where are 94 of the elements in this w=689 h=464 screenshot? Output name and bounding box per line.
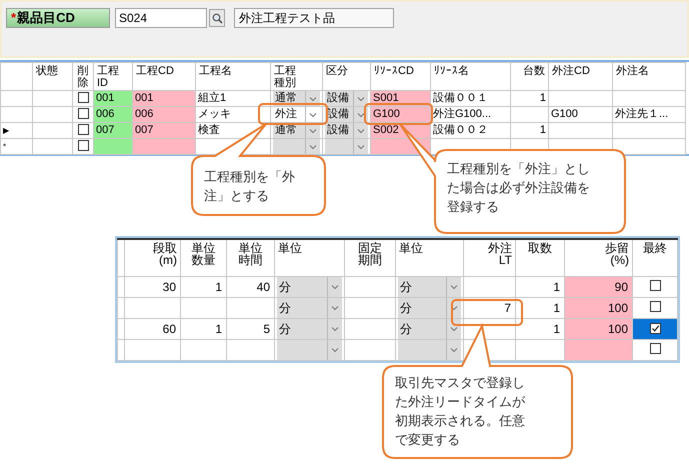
- column-header: 状態: [36, 65, 58, 77]
- caret-icon: [331, 326, 339, 332]
- table-cell: メッキ: [196, 106, 270, 122]
- caret-icon: [309, 112, 317, 118]
- checkbox[interactable]: [650, 322, 660, 334]
- table-cell: 1: [180, 318, 226, 339]
- table-cell: 100: [564, 297, 632, 318]
- column-header: 単位: [399, 242, 423, 254]
- table-cell: 外注G100...: [430, 106, 510, 122]
- caret-icon: [331, 284, 339, 290]
- table-cell: 1: [510, 122, 548, 138]
- dropdown[interactable]: 設備: [325, 92, 368, 106]
- table-cell: 40: [226, 276, 274, 297]
- row-marker: ▶: [3, 126, 9, 134]
- column-header: 取数: [528, 242, 552, 254]
- checkbox[interactable]: [78, 108, 88, 118]
- table-cell: 1: [180, 276, 226, 297]
- column-header: 単位 数量: [192, 242, 216, 266]
- column-header: 歩留 (%): [605, 242, 629, 266]
- column-header: 台数: [523, 65, 545, 77]
- checkbox[interactable]: [78, 124, 88, 134]
- table-cell: 30: [124, 276, 180, 297]
- dropdown[interactable]: 分: [398, 319, 461, 338]
- table-cell: 外注先１...: [612, 106, 686, 122]
- column-header: 外注 LT: [488, 242, 512, 266]
- column-header: 工程CD: [136, 65, 174, 77]
- column-header: 区分: [326, 65, 348, 77]
- search-icon: [212, 12, 222, 24]
- highlight-frame: [258, 103, 328, 125]
- table-cell: 5: [226, 318, 274, 339]
- caret-icon: [357, 96, 365, 102]
- checkbox[interactable]: [78, 92, 88, 102]
- table-cell: 7: [464, 297, 516, 318]
- code-field[interactable]: S024: [115, 8, 207, 28]
- column-header: ﾘｿｰｽ名: [434, 65, 469, 77]
- table-cell: 100: [564, 318, 632, 339]
- table-cell: 1: [510, 90, 548, 106]
- table-cell: 007: [132, 122, 196, 138]
- column-header: 削 除: [78, 65, 88, 89]
- column-header: 工程 ID: [97, 65, 119, 89]
- table-cell: 60: [124, 318, 180, 339]
- highlight-frame: [451, 299, 523, 326]
- caret-icon: [357, 112, 365, 118]
- dropdown[interactable]: 設備: [325, 124, 368, 138]
- table-cell: 001: [132, 90, 196, 106]
- checkbox[interactable]: [78, 140, 88, 150]
- caret-icon: [357, 144, 365, 150]
- table-cell: 006: [94, 106, 132, 122]
- callout-text: 工程種別を「外注」とした場合は必ず外注設備を登録する: [447, 161, 591, 217]
- item-name-field: 外注工程テスト品: [234, 8, 394, 28]
- caret-icon: [331, 346, 339, 352]
- dropdown[interactable]: 分: [277, 277, 342, 296]
- caret-icon: [357, 128, 365, 134]
- checkbox[interactable]: [650, 280, 660, 291]
- dropdown[interactable]: 分: [277, 298, 342, 317]
- caret-icon: [309, 96, 317, 102]
- table-cell: 設備００２: [430, 122, 510, 138]
- column-header: ﾘｿｰｽCD: [374, 65, 414, 77]
- checkbox[interactable]: [650, 343, 660, 354]
- table-cell: 006: [132, 106, 196, 122]
- dropdown[interactable]: 分: [277, 319, 342, 338]
- table-cell: 組立1: [196, 90, 270, 106]
- callout-text: 取引先マスタで登録した外注リードタイムが初期表示される。任意で変更する: [395, 375, 526, 450]
- search-button[interactable]: [209, 9, 225, 27]
- column-header: 段取 (m): [153, 242, 177, 266]
- field-label: 親品目CD: [17, 9, 75, 28]
- callout-text: 工程種別を「外注」とする: [204, 169, 296, 206]
- column-header: 外注CD: [552, 65, 590, 77]
- column-header: 工程 種別: [274, 65, 296, 89]
- highlight-frame: [364, 103, 433, 125]
- row-marker: *: [3, 142, 6, 150]
- dropdown[interactable]: 分: [398, 277, 461, 296]
- dropdown[interactable]: 分: [398, 298, 461, 317]
- required-mark: *: [11, 9, 16, 28]
- caret-icon: [309, 128, 317, 134]
- column-header: 固定 期間: [358, 242, 382, 266]
- caret-icon: [450, 346, 458, 352]
- column-header: 工程名: [199, 65, 232, 77]
- caret-icon: [450, 284, 458, 290]
- column-header: 外注名: [616, 65, 649, 77]
- caret-icon: [450, 304, 458, 310]
- table-cell: G100: [370, 106, 430, 122]
- column-header: 最終: [643, 242, 667, 254]
- table-cell: G100: [548, 106, 612, 122]
- caret-icon: [450, 326, 458, 332]
- checkbox[interactable]: [650, 301, 660, 312]
- column-header: 単位: [278, 242, 302, 254]
- column-header: 単位 時間: [238, 242, 262, 266]
- table-cell: 設備００１: [430, 90, 510, 106]
- caret-icon: [331, 304, 339, 310]
- caret-icon: [309, 144, 317, 150]
- table-cell: 001: [94, 90, 132, 106]
- table-cell: 007: [94, 122, 132, 138]
- table-cell: 90: [564, 276, 632, 297]
